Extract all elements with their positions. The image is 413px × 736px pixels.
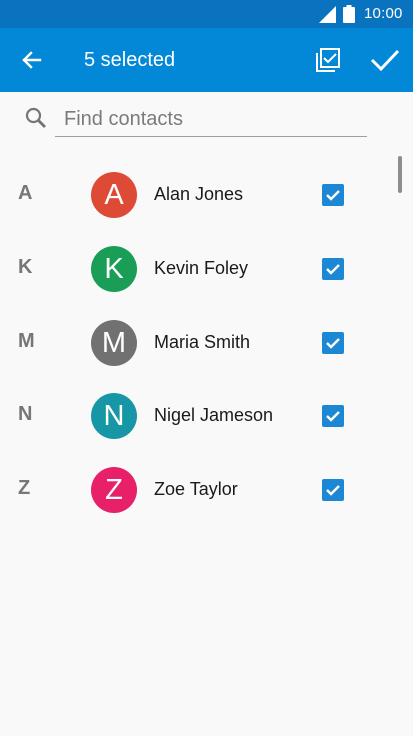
- avatar: Z: [91, 467, 137, 514]
- battery-icon: [343, 5, 355, 28]
- section-letter: Z: [18, 477, 31, 500]
- checkmark-icon: [326, 411, 340, 423]
- status-time: 10:00: [364, 5, 403, 22]
- checkmark-icon: [326, 337, 340, 349]
- avatar: N: [91, 393, 137, 440]
- list-item[interactable]: K K Kevin Foley: [0, 232, 413, 306]
- avatar: A: [91, 172, 137, 218]
- section-letter: K: [18, 255, 33, 278]
- search-bar: [0, 92, 413, 148]
- checkbox[interactable]: [322, 479, 344, 502]
- app-bar: 5 selected: [0, 28, 413, 92]
- search-input[interactable]: [55, 103, 367, 137]
- checkbox[interactable]: [322, 257, 344, 280]
- scrollbar[interactable]: [398, 156, 402, 193]
- checkbox[interactable]: [322, 405, 344, 428]
- checkmark-icon[interactable]: [370, 46, 400, 74]
- contact-name: Zoe Taylor: [154, 479, 238, 500]
- contact-name: Kevin Foley: [154, 257, 249, 278]
- contact-list: A A Alan Jones K K Kevin Foley M M Maria…: [0, 158, 413, 527]
- contact-name: Alan Jones: [154, 184, 244, 204]
- contact-name: Maria Smith: [154, 331, 251, 352]
- search-icon: [25, 107, 47, 134]
- signal-icon: [319, 6, 336, 28]
- back-arrow-icon[interactable]: [20, 48, 44, 72]
- avatar: K: [91, 245, 137, 292]
- list-item[interactable]: N N Nigel Jameson: [0, 379, 413, 453]
- list-item[interactable]: Z Z Zoe Taylor: [0, 453, 413, 527]
- checkmark-icon: [326, 190, 340, 201]
- checkbox[interactable]: [322, 331, 344, 354]
- contact-name: Nigel Jameson: [154, 405, 274, 426]
- page-title: 5 selected: [84, 49, 176, 71]
- select-all-icon[interactable]: [314, 46, 342, 74]
- section-letter: M: [18, 329, 35, 352]
- checkmark-icon: [326, 263, 340, 275]
- checkbox[interactable]: [322, 184, 344, 206]
- list-item[interactable]: A A Alan Jones: [0, 158, 413, 232]
- avatar: M: [91, 319, 137, 366]
- status-bar: 10:00: [0, 0, 413, 28]
- section-letter: N: [18, 403, 33, 426]
- section-letter: A: [18, 182, 33, 204]
- checkmark-icon: [326, 485, 340, 496]
- list-item[interactable]: M M Maria Smith: [0, 306, 413, 380]
